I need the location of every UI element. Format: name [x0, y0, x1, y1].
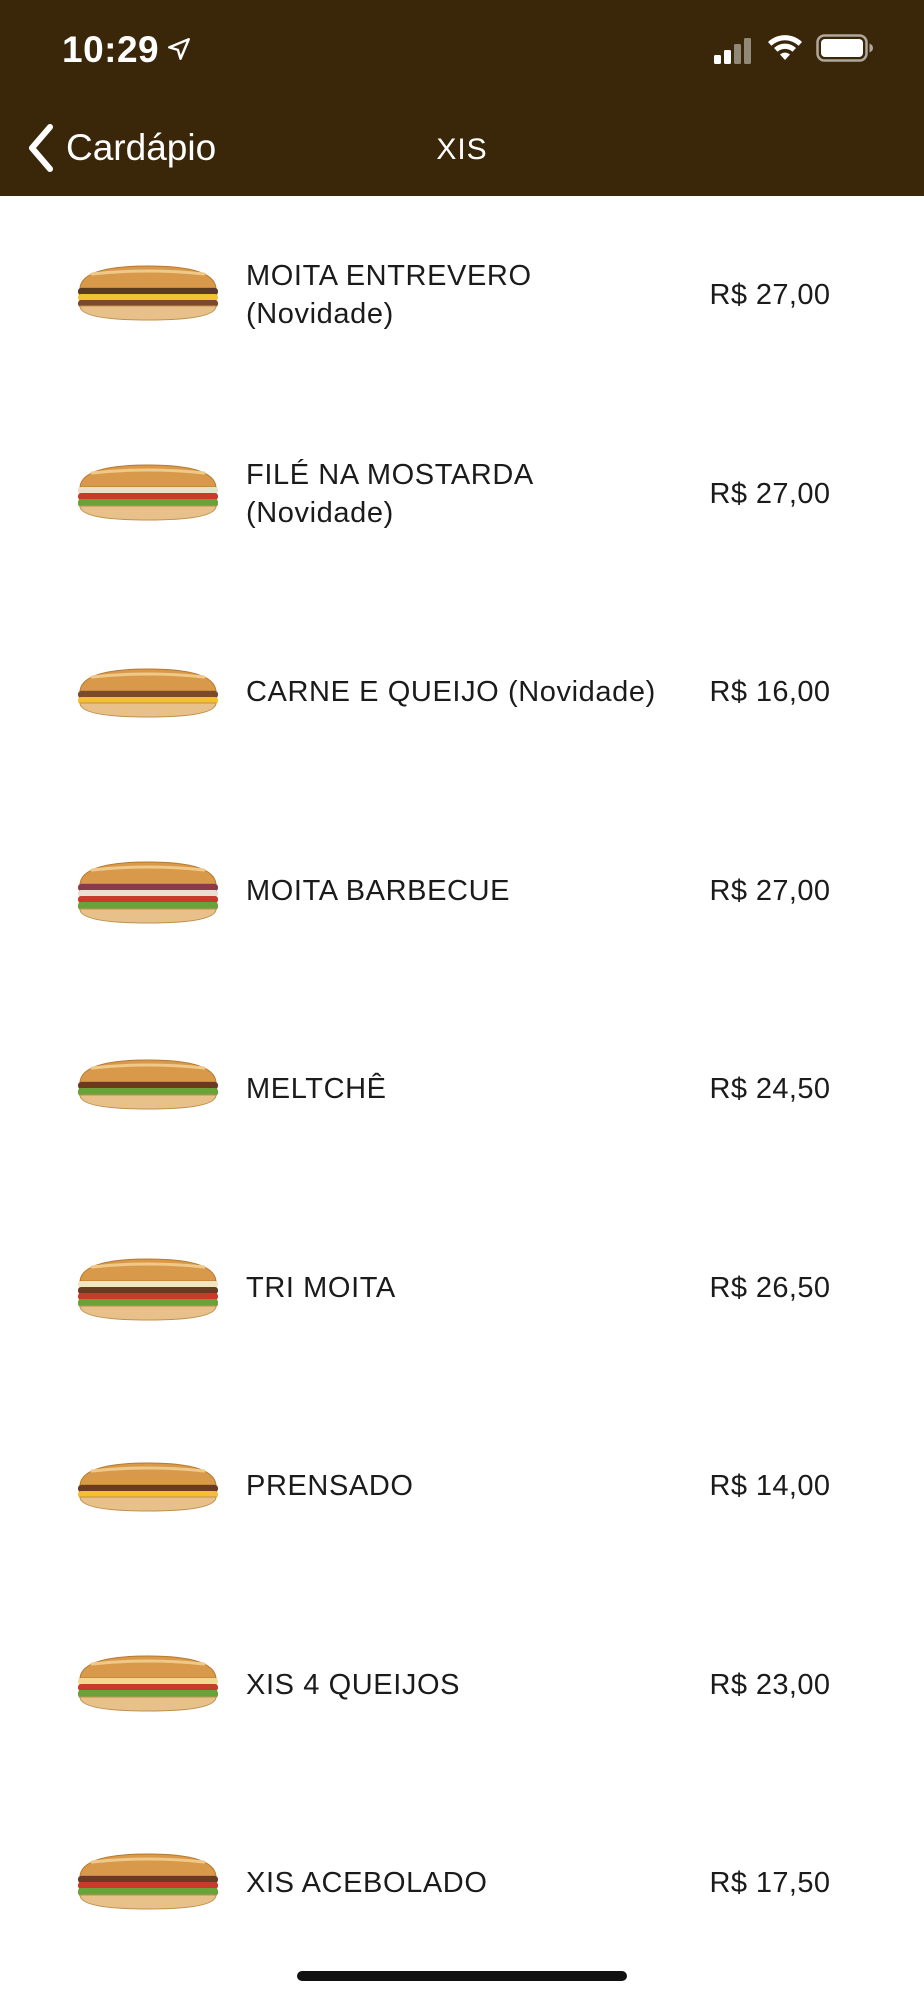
menu-item[interactable]: XIS ACEBOLADO R$ 17,50: [0, 1784, 924, 1983]
item-price: R$ 27,00: [709, 874, 831, 907]
item-name: MOITA ENTREVERO (Novidade): [246, 260, 532, 331]
menu-item[interactable]: MOITA BARBECUE R$ 27,00: [0, 792, 924, 991]
item-name: MOITA BARBECUE: [246, 874, 511, 907]
item-name: MELTCHÊ: [246, 1073, 387, 1106]
menu-screen: 10:29 Cardápio XIS MOITA ENTREVERO (Novi…: [0, 0, 924, 2000]
item-price: R$ 27,00: [709, 279, 831, 312]
item-price: R$ 17,50: [709, 1867, 831, 1900]
status-bar: 10:29: [0, 0, 924, 100]
item-name: XIS ACEBOLADO: [246, 1867, 488, 1900]
sandwich-image: [78, 1462, 218, 1512]
sandwich-image: [78, 1853, 218, 1910]
item-price: R$ 24,50: [709, 1073, 831, 1106]
status-time: 10:29: [62, 29, 160, 70]
location-arrow-icon: [168, 38, 190, 60]
menu-item[interactable]: MOITA ENTREVERO (Novidade) R$ 27,00: [0, 196, 924, 395]
sandwich-image: [78, 861, 218, 924]
page-title: XIS: [436, 133, 488, 166]
home-indicator[interactable]: [297, 1971, 627, 1981]
navigation-bar: Cardápio XIS: [0, 100, 924, 196]
item-price: R$ 23,00: [709, 1668, 831, 1701]
menu-item[interactable]: TRI MOITA R$ 26,50: [0, 1189, 924, 1388]
item-name: TRI MOITA: [246, 1271, 396, 1304]
cellular-signal-icon: [714, 38, 751, 64]
sandwich-image: [78, 464, 218, 521]
item-name: CARNE E QUEIJO (Novidade): [246, 676, 656, 709]
sandwich-image: [78, 1655, 218, 1712]
menu-item[interactable]: FILÉ NA MOSTARDA (Novidade) R$ 27,00: [0, 395, 924, 594]
menu-item[interactable]: XIS 4 QUEIJOS R$ 23,00: [0, 1586, 924, 1785]
sandwich-image: [78, 1059, 218, 1110]
menu-list: MOITA ENTREVERO (Novidade) R$ 27,00 FILÉ…: [0, 196, 924, 2000]
menu-item[interactable]: CARNE E QUEIJO (Novidade) R$ 16,00: [0, 593, 924, 792]
item-name: PRENSADO: [246, 1470, 414, 1503]
item-price: R$ 27,00: [709, 477, 831, 510]
item-name: FILÉ NA MOSTARDA (Novidade): [246, 458, 533, 529]
menu-item[interactable]: PRENSADO R$ 14,00: [0, 1387, 924, 1586]
item-price: R$ 16,00: [709, 676, 831, 709]
menu-item[interactable]: MELTCHÊ R$ 24,50: [0, 990, 924, 1189]
header: 10:29 Cardápio XIS: [0, 0, 924, 196]
item-price: R$ 26,50: [709, 1271, 831, 1304]
battery-icon: [816, 34, 873, 62]
sandwich-image: [78, 668, 218, 718]
wifi-icon: [768, 35, 802, 60]
sandwich-image: [78, 1258, 218, 1321]
item-price: R$ 14,00: [709, 1470, 831, 1503]
sandwich-image: [78, 265, 218, 321]
item-name: XIS 4 QUEIJOS: [246, 1668, 461, 1701]
